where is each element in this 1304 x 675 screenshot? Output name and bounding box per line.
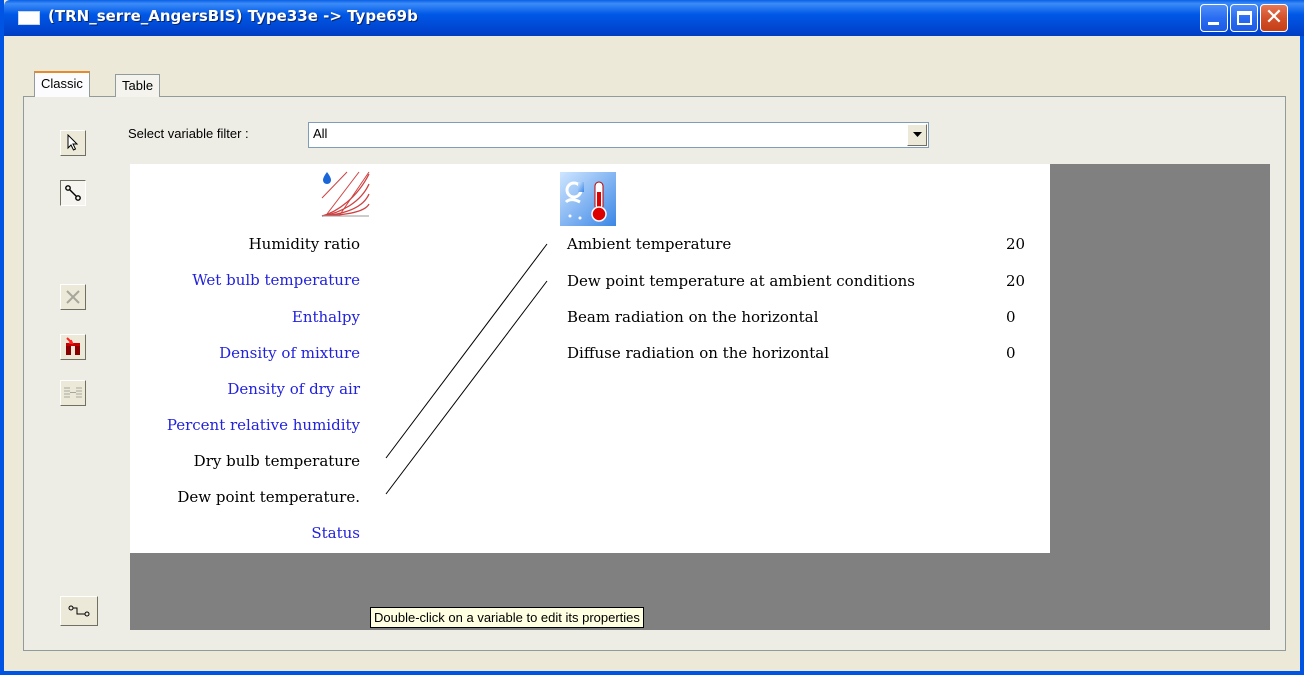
input-dew-point-temperature-ambient-value: 20 (1006, 272, 1026, 290)
output-humidity-ratio[interactable]: Humidity ratio (249, 235, 360, 253)
output-dry-bulb-temperature[interactable]: Dry bulb temperature (194, 452, 360, 470)
link-order-icon (68, 605, 90, 617)
input-dew-point-temperature-ambient[interactable]: Dew point temperature at ambient conditi… (567, 272, 915, 290)
auto-link-icon (64, 387, 82, 398)
delete-all-links-icon (66, 337, 80, 355)
maximize-icon (1237, 11, 1252, 25)
close-button[interactable]: ✕ (1260, 4, 1288, 32)
minimize-button[interactable] (1200, 4, 1228, 32)
tab-classic[interactable]: Classic (34, 71, 90, 97)
input-ambient-temperature[interactable]: Ambient temperature (567, 235, 731, 253)
output-density-of-dry-air[interactable]: Density of dry air (227, 380, 360, 398)
output-percent-relative-humidity[interactable]: Percent relative humidity (167, 416, 360, 434)
output-enthalpy[interactable]: Enthalpy (292, 308, 360, 326)
link-window: (TRN_serre_AngersBIS) Type33e -> Type69b… (0, 0, 1304, 675)
tab-table[interactable]: Table (115, 74, 161, 97)
pointer-icon (67, 134, 79, 151)
variable-filter-value: All (313, 126, 328, 141)
output-status[interactable]: Status (311, 524, 360, 542)
delete-all-links-button[interactable] (60, 334, 86, 360)
pointer-tool-button[interactable] (60, 130, 86, 156)
input-diffuse-radiation[interactable]: Diffuse radiation on the horizontal (567, 344, 829, 362)
connect-tool-button[interactable] (60, 180, 86, 206)
output-density-of-mixture[interactable]: Density of mixture (219, 344, 360, 362)
input-beam-radiation[interactable]: Beam radiation on the horizontal (567, 308, 818, 326)
connect-icon (65, 185, 81, 201)
input-diffuse-radiation-value: 0 (1006, 344, 1016, 362)
minimize-icon (1208, 22, 1219, 25)
delete-link-button[interactable] (60, 284, 86, 310)
variable-filter-select[interactable]: All (308, 122, 929, 148)
input-beam-radiation-value: 0 (1006, 308, 1016, 326)
window-title: (TRN_serre_AngersBIS) Type33e -> Type69b (48, 7, 418, 25)
output-dew-point-temperature[interactable]: Dew point temperature. (177, 488, 360, 506)
weather-thermometer-icon[interactable] (560, 172, 616, 226)
chevron-down-icon (912, 132, 922, 137)
psychrometrics-icon[interactable] (317, 168, 373, 220)
dropdown-button[interactable] (907, 124, 927, 146)
variable-filter-label: Select variable filter : (128, 126, 249, 141)
tooltip: Double-click on a variable to edit its p… (370, 607, 644, 628)
output-wet-bulb-temperature[interactable]: Wet bulb temperature (192, 271, 360, 289)
link-order-button[interactable] (60, 596, 98, 626)
input-ambient-temperature-value: 20 (1006, 235, 1026, 253)
delete-link-icon (66, 290, 80, 304)
title-bar[interactable]: (TRN_serre_AngersBIS) Type33e -> Type69b… (4, 0, 1304, 36)
maximize-button[interactable] (1230, 4, 1258, 32)
auto-link-button[interactable] (60, 380, 86, 406)
close-icon: ✕ (1264, 5, 1284, 30)
window-app-icon (18, 11, 40, 25)
